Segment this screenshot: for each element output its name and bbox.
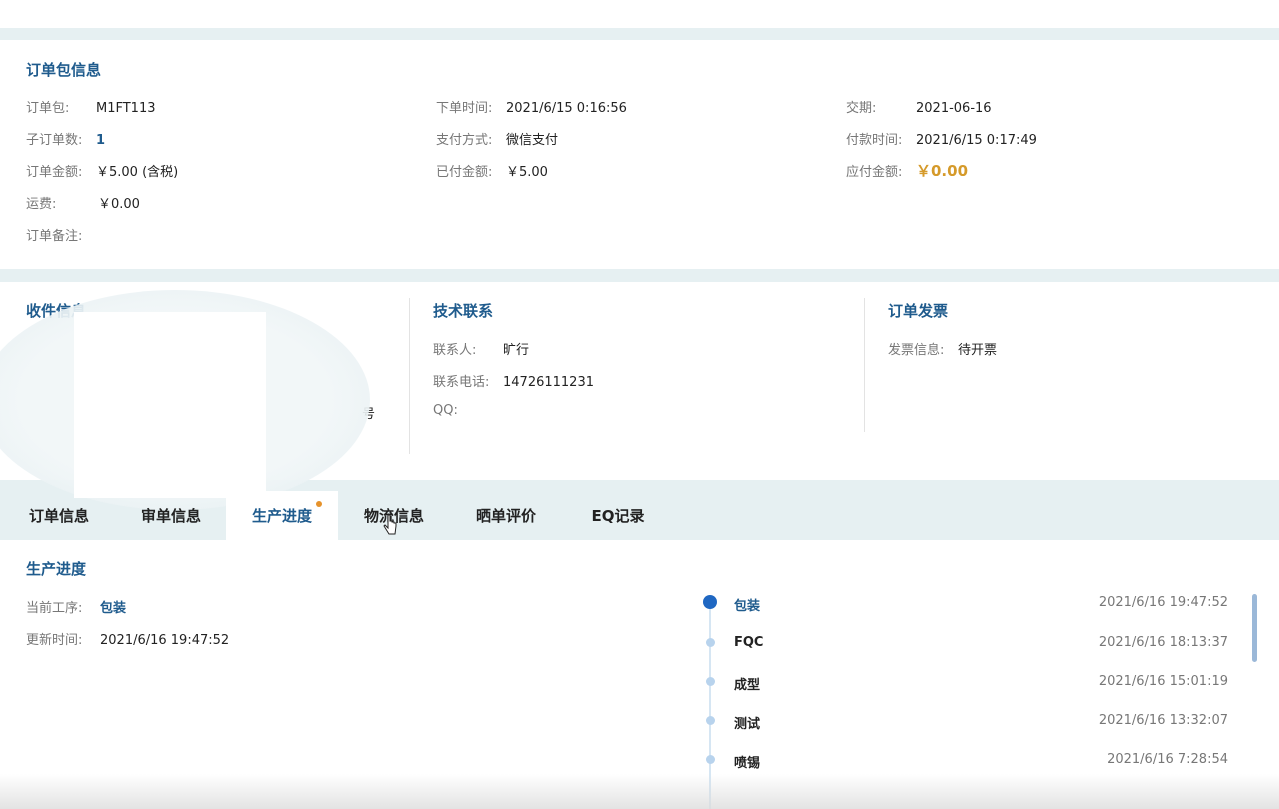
divider-left [409, 298, 410, 454]
payment-time-field: 付款时间: 2021/6/15 0:17:49 [846, 129, 1037, 148]
detail-tab-bar: 订单信息 审单信息 生产进度 物流信息 晒单评价 EQ记录 [0, 491, 1279, 540]
delivery-label: 交期: [846, 101, 877, 116]
order-amount-label: 订单金额: [26, 165, 83, 180]
contact-qq-label: QQ: [433, 403, 458, 418]
timeline-step-time: 2021/6/16 7:28:54 [1107, 752, 1228, 767]
shipping-label: 运费: [26, 197, 57, 212]
divider-right [864, 298, 865, 432]
contact-phone-value: 14726111231 [503, 375, 594, 390]
package-value: M1FT113 [96, 101, 156, 116]
update-time-value: 2021/6/16 19:47:52 [100, 633, 230, 648]
contact-phone-field: 联系电话: 14726111231 [433, 371, 594, 390]
contact-person-value: 旷行 [503, 343, 530, 358]
tab-eq-record[interactable]: EQ记录 [573, 491, 663, 540]
update-time-label: 更新时间: [26, 633, 83, 648]
timeline-item: 喷锡 2021/6/16 7:28:54 [700, 752, 1230, 772]
order-time-field: 下单时间: 2021/6/15 0:16:56 [436, 97, 627, 116]
order-amount-field: 订单金额: ￥5.00 (含税) [26, 161, 178, 180]
order-package-panel: 订单包信息 订单包: M1FT113 下单时间: 2021/6/15 0:16:… [0, 40, 1279, 269]
bottom-fade [0, 774, 1279, 809]
sub-orders-field: 子订单数: 1 [26, 129, 105, 148]
tab-production-progress-label: 生产进度 [251, 507, 312, 525]
sub-orders-label: 子订单数: [26, 133, 83, 148]
contact-phone-label: 联系电话: [433, 375, 490, 390]
timeline-step-time: 2021/6/16 15:01:19 [1098, 674, 1228, 689]
paid-amount-value: ￥5.00 [506, 165, 548, 180]
timeline-step-time: 2021/6/16 19:47:52 [1098, 595, 1228, 610]
contact-person-label: 联系人: [433, 343, 477, 358]
contact-panel: 收件信息 号 技术联系 联系人: 旷行 联系电话: 14726111231 QQ… [0, 282, 1279, 510]
mouse-cursor-icon [383, 514, 397, 535]
sub-orders-value[interactable]: 1 [96, 133, 105, 148]
delivery-value: 2021-06-16 [916, 101, 992, 116]
contact-person-field: 联系人: 旷行 [433, 339, 529, 358]
tab-review-post[interactable]: 晒单评价 [461, 491, 551, 540]
order-package-title: 订单包信息 [26, 61, 102, 79]
production-title: 生产进度 [26, 560, 87, 578]
payment-method-value: 微信支付 [506, 133, 559, 148]
payment-time-value: 2021/6/15 0:17:49 [916, 133, 1037, 148]
timeline-step-name: 成型 [734, 678, 761, 693]
timeline-current-dot-icon [703, 595, 717, 609]
notification-dot-icon [316, 501, 322, 507]
order-amount-value: ￥5.00 (含税) [96, 165, 179, 180]
payment-method-field: 支付方式: 微信支付 [436, 129, 558, 148]
delivery-field: 交期: 2021-06-16 [846, 97, 992, 116]
invoice-title: 订单发票 [888, 302, 949, 320]
tab-production-progress[interactable]: 生产进度 [226, 491, 338, 540]
timeline-step-name: 包装 [734, 599, 761, 614]
payment-time-label: 付款时间: [846, 133, 903, 148]
timeline-item: 成型 2021/6/16 15:01:19 [700, 674, 1230, 694]
timeline-step-time: 2021/6/16 18:13:37 [1098, 635, 1228, 650]
contact-qq-field: QQ: [433, 403, 503, 418]
current-step-value: 包装 [100, 601, 127, 616]
paid-amount-field: 已付金额: ￥5.00 [436, 161, 548, 180]
timeline-item: 测试 2021/6/16 13:32:07 [700, 713, 1230, 733]
timeline-item: 包装 2021/6/16 19:47:52 [700, 595, 1230, 615]
invoice-info-label: 发票信息: [888, 343, 945, 358]
timeline-dot-icon [706, 716, 715, 725]
paid-amount-label: 已付金额: [436, 165, 493, 180]
tech-contact-title: 技术联系 [433, 302, 494, 320]
remark-field: 订单备注: [26, 225, 96, 244]
timeline-dot-icon [706, 677, 715, 686]
tab-review-info[interactable]: 审单信息 [126, 491, 216, 540]
update-time-field: 更新时间: 2021/6/16 19:47:52 [26, 629, 229, 648]
timeline-step-name: FQC [734, 635, 764, 650]
tab-order-info[interactable]: 订单信息 [14, 491, 104, 540]
payable-value: ￥0.00 [916, 162, 969, 180]
payable-label: 应付金额: [846, 165, 903, 180]
package-field: 订单包: M1FT113 [26, 97, 156, 116]
current-step-field: 当前工序: 包装 [26, 597, 126, 616]
timeline-dot-icon [706, 755, 715, 764]
timeline-step-time: 2021/6/16 13:32:07 [1098, 713, 1228, 728]
invoice-info-value: 待开票 [958, 343, 998, 358]
shipping-field: 运费: ￥0.00 [26, 193, 140, 212]
current-step-label: 当前工序: [26, 601, 83, 616]
top-panel [0, 0, 1279, 28]
payable-field: 应付金额: ￥0.00 [846, 160, 968, 181]
timeline-dot-icon [706, 638, 715, 647]
timeline-step-name: 测试 [734, 717, 761, 732]
invoice-info-field: 发票信息: 待开票 [888, 339, 997, 358]
timeline-scrollbar[interactable] [1252, 594, 1257, 662]
privacy-blur-core [74, 312, 266, 498]
remark-label: 订单备注: [26, 229, 83, 244]
timeline-step-name: 喷锡 [734, 756, 761, 771]
package-label: 订单包: [26, 101, 70, 116]
shipping-value: ￥0.00 [98, 197, 140, 212]
order-time-value: 2021/6/15 0:16:56 [506, 101, 627, 116]
payment-method-label: 支付方式: [436, 133, 493, 148]
timeline-item: FQC 2021/6/16 18:13:37 [700, 635, 1230, 655]
order-time-label: 下单时间: [436, 101, 493, 116]
